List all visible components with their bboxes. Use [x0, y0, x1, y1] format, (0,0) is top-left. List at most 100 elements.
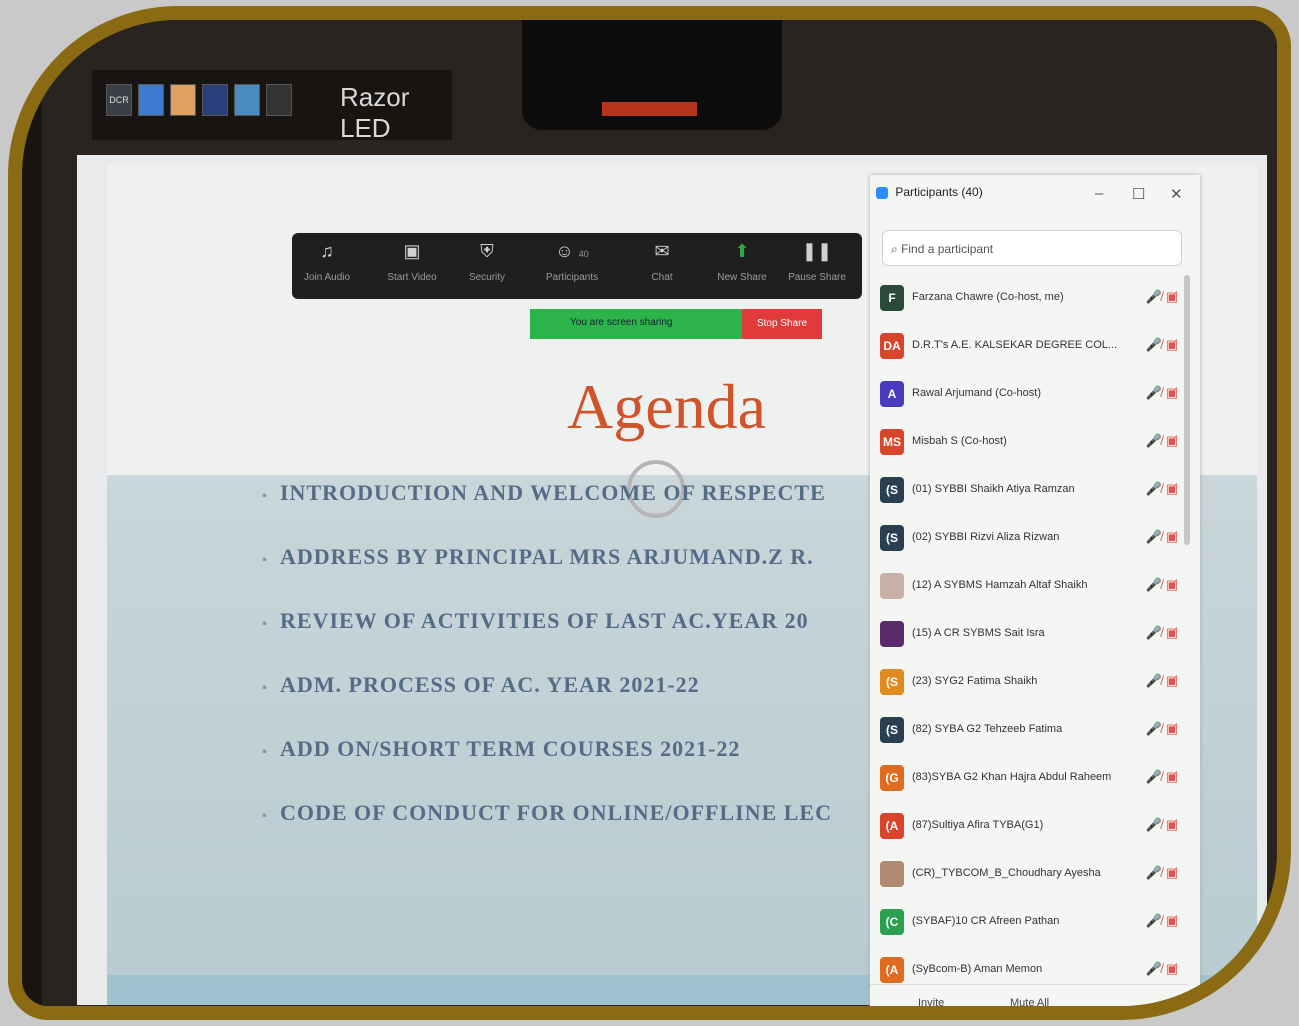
mute-status-icon: 🎤̸ ▣̸	[1145, 673, 1178, 688]
taskbar-app-icon[interactable]	[234, 84, 260, 116]
participant-name: D.R.T's A.E. KALSEKAR DEGREE COL... (Hos…	[912, 339, 1117, 351]
avatar: MS	[880, 429, 904, 455]
join-audio-button[interactable]: ♫ Join Audio	[292, 241, 362, 283]
mute-status-icon: 🎤̸ ▣̸	[1145, 865, 1178, 880]
mute-status-icon: 🎤̸ ▣̸	[1145, 385, 1178, 400]
participants-button[interactable]: ☺ 40 Participants	[537, 241, 607, 283]
minimize-icon[interactable]: –	[1095, 185, 1103, 202]
taskbar: DCR Razor LED	[92, 70, 452, 143]
taskbar-app-icon[interactable]	[170, 84, 196, 116]
mute-status-icon: 🎤̸ ▣̸	[1145, 433, 1178, 448]
participant-name: (83)SYBA G2 Khan Hajra Abdul Raheem	[912, 771, 1112, 783]
taskbar-app-icon[interactable]	[266, 84, 292, 116]
participants-icon: ☺ 40	[555, 241, 589, 261]
participant-row[interactable]: MS Misbah S (Co-host) 🎤̸ ▣̸	[870, 419, 1188, 467]
headphones-icon: ♫	[320, 241, 334, 261]
mute-status-icon: 🎤̸ ▣̸	[1145, 913, 1178, 928]
participant-row[interactable]: (12) A SYBMS Hamzah Altaf Shaikh 🎤̸ ▣̸	[870, 563, 1188, 611]
agenda-item: • INTRODUCTION AND WELCOME OF RESPECTE	[262, 480, 826, 505]
slide-title: Agenda	[567, 371, 767, 442]
participant-name: Misbah S (Co-host)	[912, 435, 1007, 447]
participant-name: (87)Sultiya Afira TYBA(G1)	[912, 819, 1044, 831]
participant-name: (SYBAF)10 CR Afreen Pathan	[912, 915, 1060, 927]
participant-row[interactable]: F Farzana Chawre (Co-host, me) 🎤̸ ▣̸	[870, 275, 1188, 323]
participant-name: Farzana Chawre (Co-host, me)	[912, 291, 1064, 303]
sharing-status: You are screen sharing	[570, 317, 673, 328]
share-icon: ⬆	[734, 241, 750, 261]
mute-status-icon: 🎤̸ ▣̸	[1145, 337, 1178, 352]
agenda-item: • REVIEW OF ACTIVITIES OF LAST AC.YEAR 20	[262, 608, 809, 633]
mute-status-icon: 🎤̸ ▣̸	[1145, 961, 1178, 976]
zoom-toolbar: ♫ Join Audio ▣ Start Video ⛨ Security ☺ …	[292, 233, 862, 299]
chat-icon: ✉	[654, 241, 670, 261]
taskbar-app-icon[interactable]: DCR	[106, 84, 132, 116]
participant-name: (02) SYBBI Rizvi Aliza Rizwan	[912, 531, 1060, 543]
participant-row[interactable]: (S (82) SYBA G2 Tehzeeb Fatima 🎤̸ ▣̸	[870, 707, 1188, 755]
avatar: F	[880, 285, 904, 311]
mute-all-button[interactable]: Mute All	[1010, 997, 1049, 1006]
avatar: (S	[880, 477, 904, 503]
participants-label: Participants	[545, 272, 599, 283]
taskbar-app-icon[interactable]	[138, 84, 164, 116]
participant-name: (82) SYBA G2 Tehzeeb Fatima	[912, 723, 1063, 735]
avatar: (G	[880, 765, 904, 791]
screen: ♫ Join Audio ▣ Start Video ⛨ Security ☺ …	[77, 155, 1267, 1006]
start-video-button[interactable]: ▣ Start Video	[377, 241, 447, 283]
participant-row[interactable]: (S (23) SYG2 Fatima Shaikh 🎤̸ ▣̸	[870, 659, 1188, 707]
participant-row[interactable]: (S (02) SYBBI Rizvi Aliza Rizwan 🎤̸ ▣̸	[870, 515, 1188, 563]
avatar	[880, 861, 904, 887]
participant-row[interactable]: (15) A CR SYBMS Sait Isra 🎤̸ ▣̸	[870, 611, 1188, 659]
shield-icon: ⛨	[480, 241, 494, 261]
close-icon[interactable]: ✕	[1170, 185, 1183, 203]
maximize-icon[interactable]: ☐	[1132, 185, 1145, 203]
participant-row[interactable]: (G (83)SYBA G2 Khan Hajra Abdul Raheem 🎤̸ …	[870, 755, 1188, 803]
taskbar-app-icon[interactable]	[202, 84, 228, 116]
screen-sharing-bar: You are screen sharing Stop Share	[530, 309, 822, 339]
participant-name: (23) SYG2 Fatima Shaikh	[912, 675, 1038, 687]
mute-status-icon: 🎤̸ ▣̸	[1145, 289, 1178, 304]
search-input[interactable]: ⌕ Find a participant	[882, 230, 1182, 266]
security-button[interactable]: ⛨ Security	[452, 241, 522, 283]
agenda-item: • ADM. PROCESS OF AC. YEAR 2021-22	[262, 672, 700, 697]
pause-share-label: Pause Share	[788, 272, 846, 283]
participant-name: (SyBcom-B) Aman Memon	[912, 963, 1043, 975]
agenda-item: • CODE OF CONDUCT FOR ONLINE/OFFLINE LEC	[262, 800, 832, 825]
participant-row[interactable]: (CR)_TYBCOM_B_Choudhary Ayesha 🎤̸ ▣̸	[870, 851, 1188, 899]
webcam-strip	[602, 102, 697, 116]
avatar: DA	[880, 333, 904, 359]
participant-row[interactable]: A Rawal Arjumand (Co-host) 🎤̸ ▣̸	[870, 371, 1188, 419]
pause-share-button[interactable]: ❚❚ Pause Share	[782, 241, 852, 283]
stop-share-button[interactable]: Stop Share	[742, 309, 822, 339]
participant-row[interactable]: (A (87)Sultiya Afira TYBA(G1) 🎤̸ ▣̸	[870, 803, 1188, 851]
participant-row[interactable]: (C (SYBAF)10 CR Afreen Pathan 🎤̸ ▣̸	[870, 899, 1188, 947]
panel-footer: Invite Mute All	[870, 984, 1188, 1006]
avatar: (S	[880, 717, 904, 743]
join-audio-label: Join Audio	[303, 272, 351, 283]
avatar: (S	[880, 669, 904, 695]
participant-row[interactable]: (S (01) SYBBI Shaikh Atiya Ramzan 🎤̸ ▣̸	[870, 467, 1188, 515]
participant-name: Rawal Arjumand (Co-host)	[912, 387, 1041, 399]
participant-row[interactable]: DA D.R.T's A.E. KALSEKAR DEGREE COL... (H…	[870, 323, 1188, 371]
agenda-item: • ADD ON/SHORT TERM COURSES 2021-22	[262, 736, 741, 761]
mute-status-icon: 🎤̸ ▣̸	[1145, 481, 1178, 496]
webcam	[522, 20, 782, 130]
agenda-item: • ADDRESS BY PRINCIPAL MRS ARJUMAND.Z R.	[262, 544, 814, 569]
avatar: (S	[880, 525, 904, 551]
mute-status-icon: 🎤̸ ▣̸	[1145, 577, 1178, 592]
invite-button[interactable]: Invite	[918, 997, 944, 1006]
mute-status-icon: 🎤̸ ▣̸	[1145, 721, 1178, 736]
mute-status-icon: 🎤̸ ▣̸	[1145, 625, 1178, 640]
participants-panel: Participants (40) – ☐ ✕ ⌕ Find a partici…	[870, 175, 1200, 1006]
avatar	[880, 621, 904, 647]
avatar: (C	[880, 909, 904, 935]
participant-list: F Farzana Chawre (Co-host, me) 🎤̸ ▣̸ DA D.R.…	[870, 275, 1188, 995]
video-off-icon: ▣	[403, 241, 421, 261]
chat-label: Chat	[651, 272, 673, 283]
security-label: Security	[468, 272, 506, 283]
new-share-button[interactable]: ⬆ New Share	[707, 241, 777, 283]
chat-button[interactable]: ✉ Chat	[627, 241, 697, 283]
avatar: (A	[880, 813, 904, 839]
participants-count: 40	[578, 249, 589, 259]
zoom-logo-icon	[876, 186, 888, 199]
monitor: DCR Razor LED ♫ Join Audio ▣ Start Video…	[42, 20, 1277, 1006]
